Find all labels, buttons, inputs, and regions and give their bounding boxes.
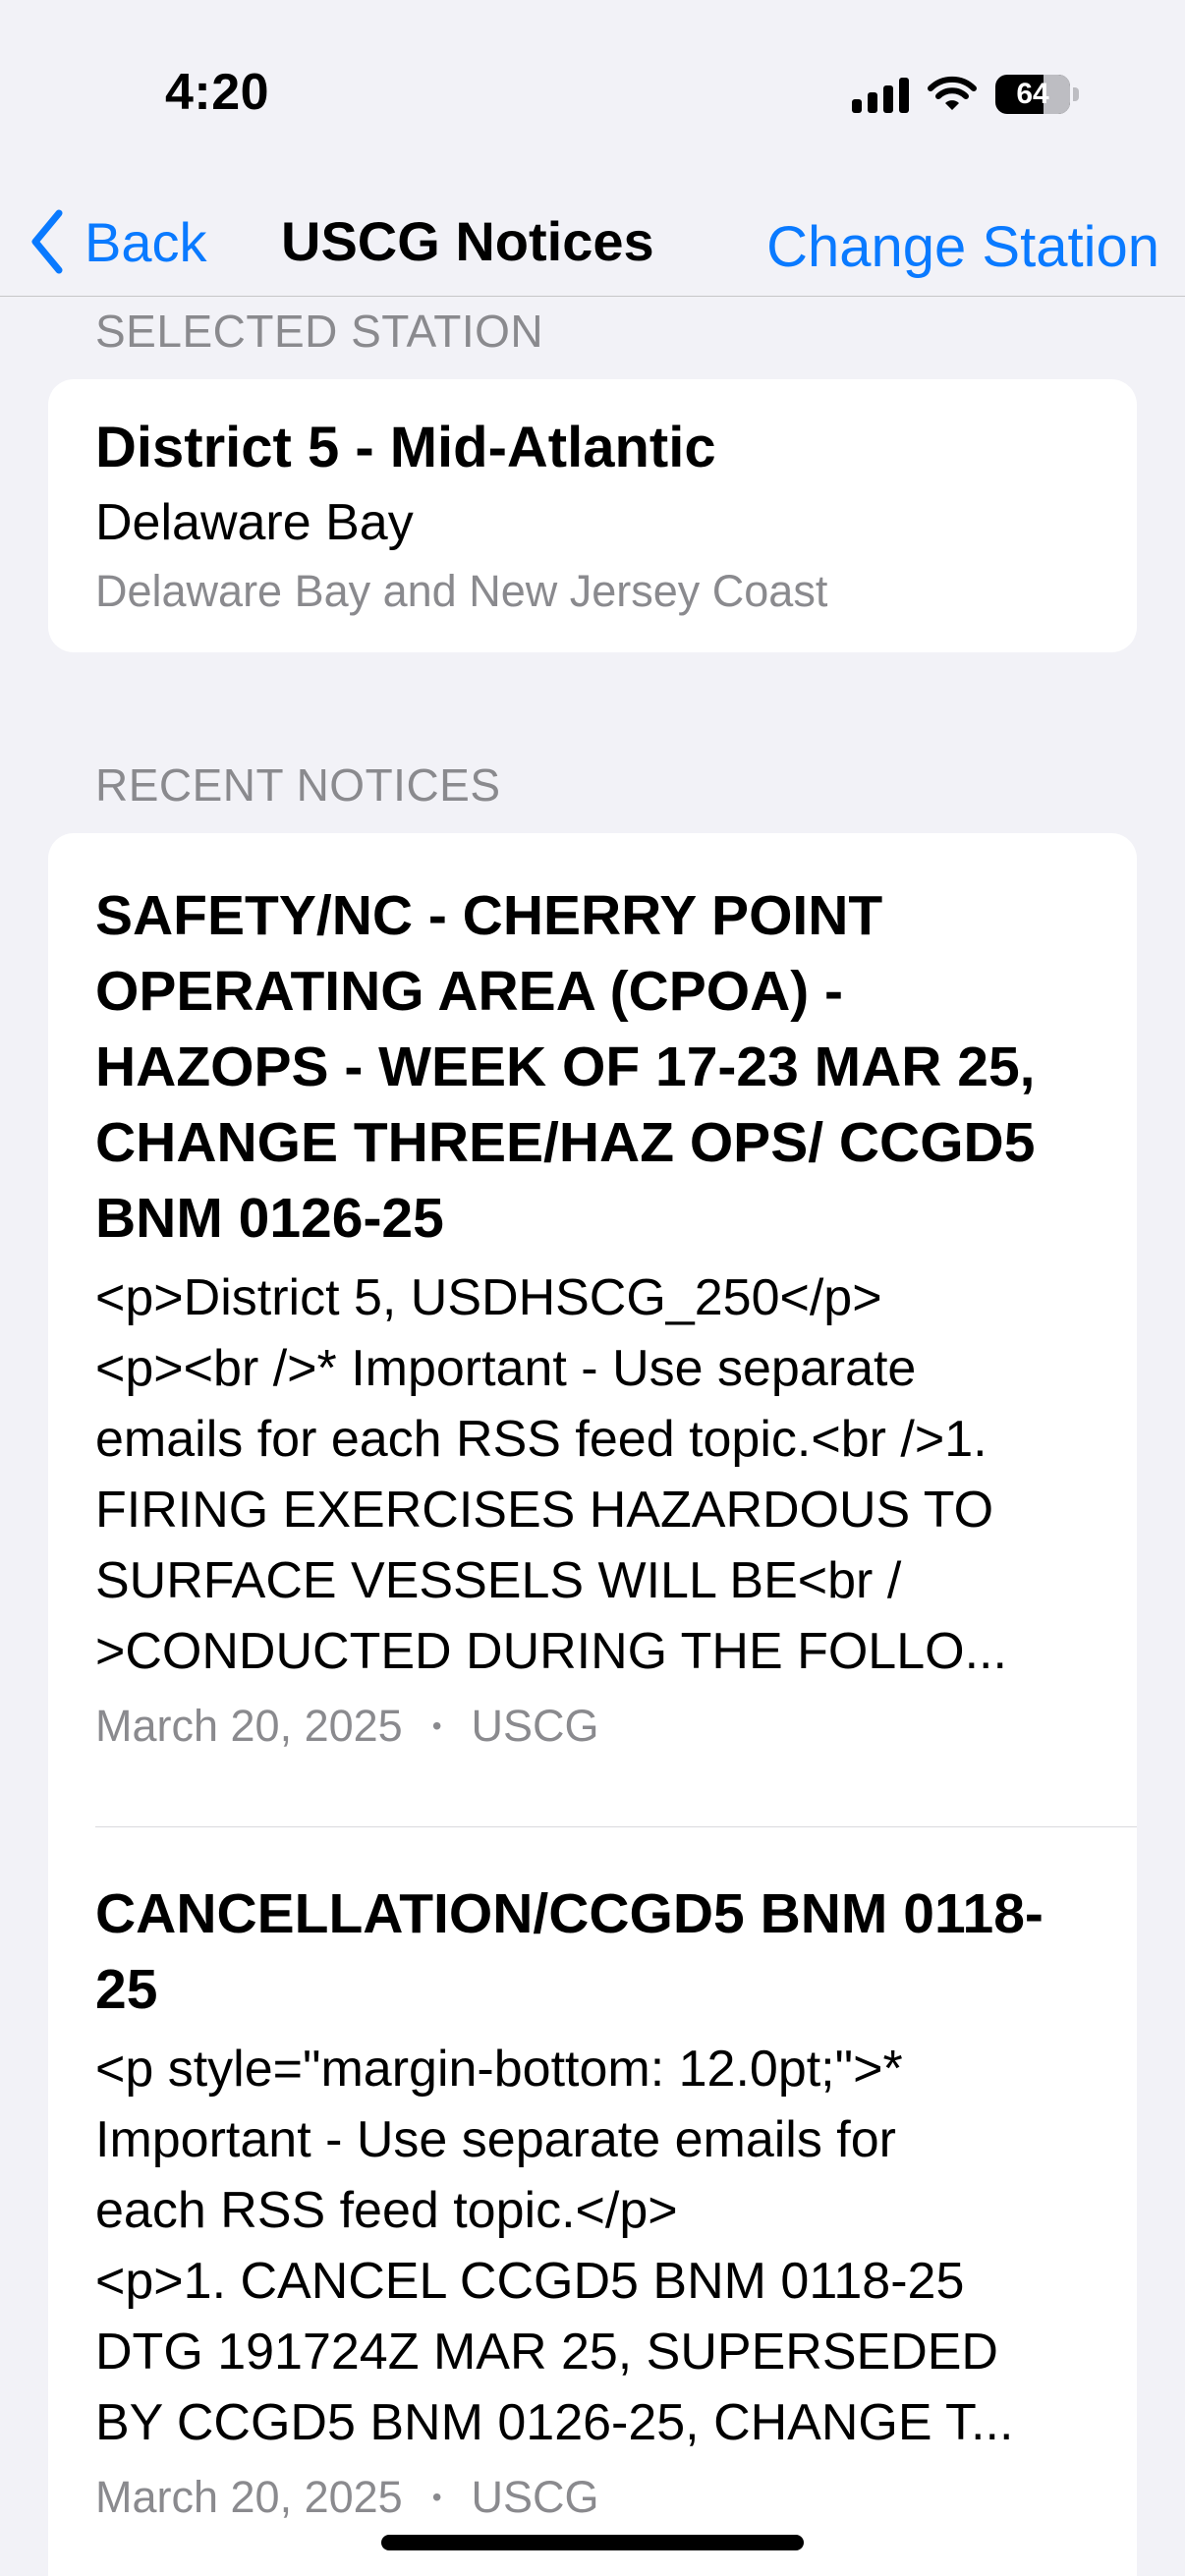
notice-body-line: SURFACE VESSELS WILL BE<br / [95,1552,902,1609]
notice-body: <p>District 5, USDHSCG_250</p> <p><br />… [95,1262,1137,1687]
back-label: Back [85,210,207,273]
station-description: Delaware Bay and New Jersey Coast [95,566,828,616]
notice-date: March 20, 2025 [95,2472,403,2522]
notice-body-line: FIRING EXERCISES HAZARDOUS TO [95,1482,994,1539]
notice-meta: March 20, 2025 • USCG [95,2472,1137,2523]
notice-item[interactable]: CANCELLATION/CCGD5 BNM 0118-25 <p style=… [95,1876,1137,2523]
meta-separator: • [431,1710,442,1741]
change-station-button[interactable]: Change Station [766,187,1159,297]
notice-title: SAFETY/NC - CHERRY POINT OPERATING AREA … [95,884,1036,1250]
page-title: USCG Notices [281,210,654,272]
wifi-icon [928,76,977,110]
navigation-bar: Back USCG Notices Change Station [0,187,1185,297]
chevron-left-icon [31,209,63,274]
status-time: 4:20 [165,64,270,121]
notice-body-line: <p>1. CANCEL CCGD5 BNM 0118-25 [95,2253,965,2310]
notice-item[interactable]: SAFETY/NC - CHERRY POINT OPERATING AREA … [95,878,1137,1752]
notice-body-line: Important - Use separate emails for [95,2111,896,2168]
selected-station-header: SELECTED STATION [95,306,544,357]
notice-divider [95,1826,1137,1827]
uscg-notices-screen: 4:20 64 Back USCG Notices Change Station… [0,0,1185,2576]
notice-date: March 20, 2025 [95,1701,403,1751]
notice-body-line: <p>District 5, USDHSCG_250</p> [95,1269,882,1326]
notice-body-line: each RSS feed topic.</p> [95,2182,678,2239]
notices-list: SAFETY/NC - CHERRY POINT OPERATING AREA … [48,833,1137,2576]
station-name: District 5 - Mid-Atlantic [95,416,716,479]
notice-body: <p style="margin-bottom: 12.0pt;">* Impo… [95,2034,1137,2458]
station-area: Delaware Bay [95,494,414,551]
cellular-signal-icon [852,76,909,113]
notice-body-line: >CONDUCTED DURING THE FOLLO... [95,1623,1007,1680]
home-indicator[interactable] [381,2535,804,2550]
meta-separator: • [431,2482,442,2512]
notice-source: USCG [471,1701,599,1751]
notice-body-line: BY CCGD5 BNM 0126-25, CHANGE T... [95,2394,1014,2451]
notice-body-line: emails for each RSS feed topic.<br />1. [95,1411,988,1468]
notice-body-line: DTG 191724Z MAR 25, SUPERSEDED [95,2324,998,2380]
notice-body-line: <p><br />* Important - Use separate [95,1340,917,1397]
battery-percent: 64 [1016,78,1049,110]
notice-source: USCG [471,2472,599,2522]
recent-notices-header: RECENT NOTICES [95,759,501,811]
notice-title: CANCELLATION/CCGD5 BNM 0118-25 [95,1882,1044,2021]
battery-icon: 64 [995,75,1079,114]
back-button[interactable]: Back [28,187,207,297]
status-bar: 4:20 64 [0,0,1185,187]
status-icons: 64 [852,71,1079,118]
notice-body-line: <p style="margin-bottom: 12.0pt;">* [95,2041,903,2098]
notice-meta: March 20, 2025 • USCG [95,1701,1137,1752]
selected-station-card[interactable]: District 5 - Mid-Atlantic Delaware Bay D… [48,379,1137,652]
